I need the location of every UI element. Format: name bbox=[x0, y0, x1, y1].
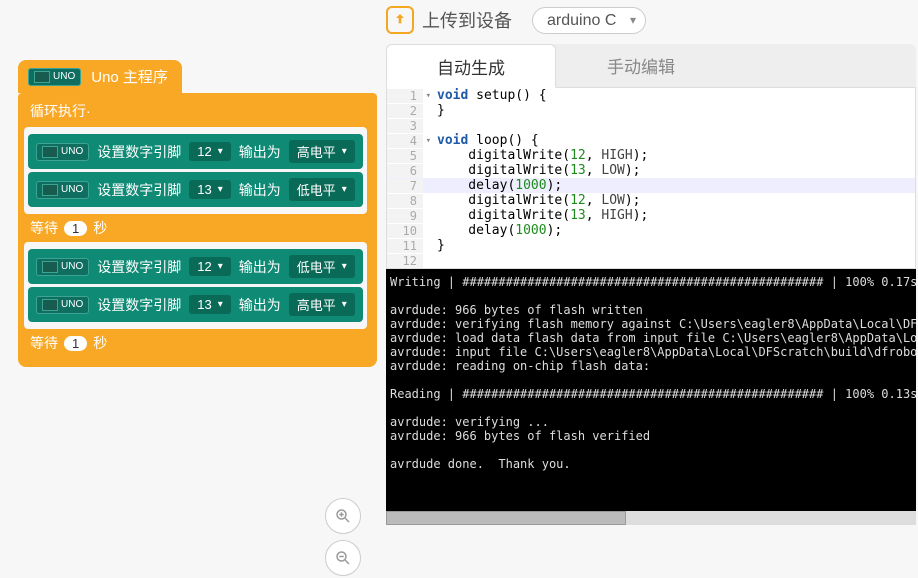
wait-value[interactable]: 1 bbox=[64, 336, 87, 351]
code-line[interactable]: 5 digitalWrite(12, HIGH); bbox=[387, 148, 915, 163]
loop-label: 循环执行· bbox=[28, 99, 367, 127]
right-panel: 自动生成 手动编辑 1▾void setup() {2}34▾void loop… bbox=[386, 44, 916, 525]
loop-block[interactable]: 循环执行· UNO 设置数字引脚 12 输出为 高电平 UNO 设置数字引脚 1… bbox=[18, 93, 377, 367]
code-line[interactable]: 3 bbox=[387, 118, 915, 133]
wait-value[interactable]: 1 bbox=[64, 221, 87, 236]
code-line[interactable]: 7 delay(1000); bbox=[387, 178, 915, 193]
level-dropdown[interactable]: 低电平 bbox=[289, 178, 355, 201]
code-line[interactable]: 1▾void setup() { bbox=[387, 88, 915, 103]
level-dropdown[interactable]: 高电平 bbox=[289, 140, 355, 163]
code-line[interactable]: 10 delay(1000); bbox=[387, 223, 915, 238]
code-line[interactable]: 8 digitalWrite(12, LOW); bbox=[387, 193, 915, 208]
uno-icon: UNO bbox=[28, 68, 81, 86]
loop-slot: UNO 设置数字引脚 12 输出为 低电平 UNO 设置数字引脚 13 输出为 … bbox=[24, 242, 367, 329]
console-output[interactable]: Writing | ##############################… bbox=[386, 269, 916, 511]
set-pin-block[interactable]: UNO 设置数字引脚 13 输出为 低电平 bbox=[28, 172, 363, 207]
set-pin-block[interactable]: UNO 设置数字引脚 12 输出为 高电平 bbox=[28, 134, 363, 169]
set-pin-block[interactable]: UNO 设置数字引脚 13 输出为 高电平 bbox=[28, 287, 363, 322]
uno-icon: UNO bbox=[36, 296, 89, 314]
wait-block[interactable]: 等待 1 秒 bbox=[28, 214, 367, 242]
board-select[interactable]: arduino C bbox=[532, 7, 646, 34]
scrollbar-thumb[interactable] bbox=[386, 511, 626, 525]
hat-label: Uno 主程序 bbox=[91, 66, 168, 87]
code-line[interactable]: 11} bbox=[387, 238, 915, 253]
code-line[interactable]: 4▾void loop() { bbox=[387, 133, 915, 148]
topbar: 上传到设备 arduino C bbox=[386, 6, 646, 34]
upload-icon bbox=[386, 6, 414, 34]
console-hscrollbar[interactable] bbox=[386, 511, 916, 525]
code-tabs: 自动生成 手动编辑 bbox=[386, 44, 916, 88]
blocks-workspace[interactable]: UNO Uno 主程序 循环执行· UNO 设置数字引脚 12 输出为 高电平 … bbox=[18, 60, 388, 570]
pin-dropdown[interactable]: 12 bbox=[189, 142, 231, 161]
uno-icon: UNO bbox=[36, 143, 89, 161]
pin-dropdown[interactable]: 13 bbox=[189, 180, 231, 199]
zoom-out-button[interactable] bbox=[325, 540, 361, 576]
level-dropdown[interactable]: 低电平 bbox=[289, 255, 355, 278]
upload-button[interactable]: 上传到设备 bbox=[386, 6, 512, 34]
zoom-in-button[interactable] bbox=[325, 498, 361, 534]
zoom-out-icon bbox=[334, 549, 352, 567]
upload-label: 上传到设备 bbox=[422, 7, 512, 33]
code-editor[interactable]: 1▾void setup() {2}34▾void loop() {5 digi… bbox=[386, 88, 916, 269]
level-dropdown[interactable]: 高电平 bbox=[289, 293, 355, 316]
code-line[interactable]: 9 digitalWrite(13, HIGH); bbox=[387, 208, 915, 223]
uno-icon: UNO bbox=[36, 258, 89, 276]
code-line[interactable]: 2} bbox=[387, 103, 915, 118]
hat-block[interactable]: UNO Uno 主程序 bbox=[18, 60, 182, 93]
code-line[interactable]: 6 digitalWrite(13, LOW); bbox=[387, 163, 915, 178]
board-select-wrap[interactable]: arduino C bbox=[532, 7, 646, 34]
set-pin-block[interactable]: UNO 设置数字引脚 12 输出为 低电平 bbox=[28, 249, 363, 284]
pin-dropdown[interactable]: 13 bbox=[189, 295, 231, 314]
tab-auto[interactable]: 自动生成 bbox=[386, 44, 556, 88]
code-line[interactable]: 12 bbox=[387, 253, 915, 268]
loop-slot: UNO 设置数字引脚 12 输出为 高电平 UNO 设置数字引脚 13 输出为 … bbox=[24, 127, 367, 214]
uno-icon: UNO bbox=[36, 181, 89, 199]
tab-manual[interactable]: 手动编辑 bbox=[556, 44, 726, 87]
wait-block[interactable]: 等待 1 秒 bbox=[28, 329, 367, 357]
pin-dropdown[interactable]: 12 bbox=[189, 257, 231, 276]
zoom-in-icon bbox=[334, 507, 352, 525]
